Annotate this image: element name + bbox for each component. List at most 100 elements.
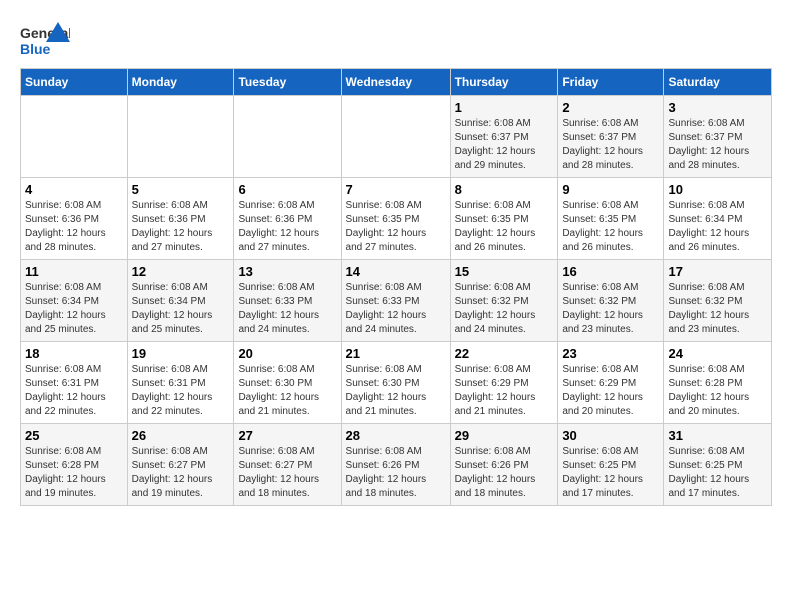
calendar-day-cell: 17 Sunrise: 6:08 AM Sunset: 6:32 PM Dayli… <box>664 260 772 342</box>
calendar-day-cell: 15 Sunrise: 6:08 AM Sunset: 6:32 PM Dayli… <box>450 260 558 342</box>
day-number: 17 <box>668 264 767 279</box>
calendar-day-cell: 2 Sunrise: 6:08 AM Sunset: 6:37 PM Daylig… <box>558 96 664 178</box>
day-number: 31 <box>668 428 767 443</box>
day-number: 8 <box>455 182 554 197</box>
calendar-table: SundayMondayTuesdayWednesdayThursdayFrid… <box>20 68 772 506</box>
day-info: Sunrise: 6:08 AM Sunset: 6:34 PM Dayligh… <box>132 281 230 337</box>
day-info: Sunrise: 6:08 AM Sunset: 6:29 PM Dayligh… <box>562 363 659 419</box>
day-info: Sunrise: 6:08 AM Sunset: 6:37 PM Dayligh… <box>455 117 554 173</box>
day-number: 12 <box>132 264 230 279</box>
calendar-day-cell: 31Sunrise: 6:08 AM Sunset: 6:25 PM Dayli… <box>664 424 772 506</box>
day-number: 14 <box>346 264 446 279</box>
calendar-week-row: 11 Sunrise: 6:08 AM Sunset: 6:34 PM Dayli… <box>21 260 772 342</box>
calendar-day-cell: 25Sunrise: 6:08 AM Sunset: 6:28 PM Dayli… <box>21 424 128 506</box>
calendar-day-cell: 12 Sunrise: 6:08 AM Sunset: 6:34 PM Dayli… <box>127 260 234 342</box>
calendar-week-row: 4 Sunrise: 6:08 AM Sunset: 6:36 PM Daylig… <box>21 178 772 260</box>
calendar-day-header: Thursday <box>450 69 558 96</box>
calendar-day-cell: 1 Sunrise: 6:08 AM Sunset: 6:37 PM Daylig… <box>450 96 558 178</box>
calendar-week-row: 1 Sunrise: 6:08 AM Sunset: 6:37 PM Daylig… <box>21 96 772 178</box>
day-info: Sunrise: 6:08 AM Sunset: 6:27 PM Dayligh… <box>132 445 230 501</box>
calendar-day-cell: 20 Sunrise: 6:08 AM Sunset: 6:30 PM Dayli… <box>234 342 341 424</box>
day-number: 5 <box>132 182 230 197</box>
calendar-day-header: Friday <box>558 69 664 96</box>
day-info: Sunrise: 6:08 AM Sunset: 6:29 PM Dayligh… <box>455 363 554 419</box>
day-info: Sunrise: 6:08 AM Sunset: 6:26 PM Dayligh… <box>455 445 554 501</box>
day-info: Sunrise: 6:08 AM Sunset: 6:35 PM Dayligh… <box>346 199 446 255</box>
day-info: Sunrise: 6:08 AM Sunset: 6:31 PM Dayligh… <box>25 363 123 419</box>
day-number: 11 <box>25 264 123 279</box>
day-number: 7 <box>346 182 446 197</box>
day-number: 10 <box>668 182 767 197</box>
day-info: Sunrise: 6:08 AM Sunset: 6:36 PM Dayligh… <box>132 199 230 255</box>
day-number: 1 <box>455 100 554 115</box>
day-info: Sunrise: 6:08 AM Sunset: 6:36 PM Dayligh… <box>25 199 123 255</box>
day-info: Sunrise: 6:08 AM Sunset: 6:32 PM Dayligh… <box>668 281 767 337</box>
calendar-day-cell <box>127 96 234 178</box>
calendar-week-row: 25Sunrise: 6:08 AM Sunset: 6:28 PM Dayli… <box>21 424 772 506</box>
calendar-day-cell: 11Sunrise: 6:08 AM Sunset: 6:34 PM Dayli… <box>21 260 128 342</box>
calendar-day-cell: 13Sunrise: 6:08 AM Sunset: 6:33 PM Dayli… <box>234 260 341 342</box>
day-info: Sunrise: 6:08 AM Sunset: 6:25 PM Dayligh… <box>562 445 659 501</box>
calendar-day-cell: 19 Sunrise: 6:08 AM Sunset: 6:31 PM Dayli… <box>127 342 234 424</box>
day-info: Sunrise: 6:08 AM Sunset: 6:28 PM Dayligh… <box>668 363 767 419</box>
day-number: 23 <box>562 346 659 361</box>
calendar-day-cell: 5 Sunrise: 6:08 AM Sunset: 6:36 PM Daylig… <box>127 178 234 260</box>
logo: General Blue <box>20 20 70 58</box>
day-number: 9 <box>562 182 659 197</box>
day-info: Sunrise: 6:08 AM Sunset: 6:34 PM Dayligh… <box>668 199 767 255</box>
calendar-day-header: Sunday <box>21 69 128 96</box>
calendar-day-cell: 29 Sunrise: 6:08 AM Sunset: 6:26 PM Dayli… <box>450 424 558 506</box>
day-number: 20 <box>238 346 336 361</box>
day-info: Sunrise: 6:08 AM Sunset: 6:33 PM Dayligh… <box>346 281 446 337</box>
day-number: 18 <box>25 346 123 361</box>
day-info: Sunrise: 6:08 AM Sunset: 6:26 PM Dayligh… <box>346 445 446 501</box>
calendar-day-cell: 28 Sunrise: 6:08 AM Sunset: 6:26 PM Dayli… <box>341 424 450 506</box>
day-number: 2 <box>562 100 659 115</box>
day-number: 27 <box>238 428 336 443</box>
calendar-day-cell: 10 Sunrise: 6:08 AM Sunset: 6:34 PM Dayli… <box>664 178 772 260</box>
calendar-day-cell: 6 Sunrise: 6:08 AM Sunset: 6:36 PM Daylig… <box>234 178 341 260</box>
day-info: Sunrise: 6:08 AM Sunset: 6:35 PM Dayligh… <box>562 199 659 255</box>
calendar-day-header: Monday <box>127 69 234 96</box>
calendar-day-cell: 30Sunrise: 6:08 AM Sunset: 6:25 PM Dayli… <box>558 424 664 506</box>
day-info: Sunrise: 6:08 AM Sunset: 6:30 PM Dayligh… <box>346 363 446 419</box>
calendar-day-cell: 22Sunrise: 6:08 AM Sunset: 6:29 PM Dayli… <box>450 342 558 424</box>
day-info: Sunrise: 6:08 AM Sunset: 6:36 PM Dayligh… <box>238 199 336 255</box>
day-number: 19 <box>132 346 230 361</box>
day-info: Sunrise: 6:08 AM Sunset: 6:32 PM Dayligh… <box>455 281 554 337</box>
calendar-header-row: SundayMondayTuesdayWednesdayThursdayFrid… <box>21 69 772 96</box>
calendar-day-cell <box>341 96 450 178</box>
calendar-day-cell: 18 Sunrise: 6:08 AM Sunset: 6:31 PM Dayli… <box>21 342 128 424</box>
day-info: Sunrise: 6:08 AM Sunset: 6:37 PM Dayligh… <box>562 117 659 173</box>
calendar-day-header: Saturday <box>664 69 772 96</box>
day-info: Sunrise: 6:08 AM Sunset: 6:37 PM Dayligh… <box>668 117 767 173</box>
svg-text:Blue: Blue <box>20 41 51 57</box>
calendar-day-cell <box>21 96 128 178</box>
day-number: 28 <box>346 428 446 443</box>
calendar-day-cell <box>234 96 341 178</box>
day-info: Sunrise: 6:08 AM Sunset: 6:27 PM Dayligh… <box>238 445 336 501</box>
calendar-day-cell: 24Sunrise: 6:08 AM Sunset: 6:28 PM Dayli… <box>664 342 772 424</box>
calendar-day-cell: 3 Sunrise: 6:08 AM Sunset: 6:37 PM Daylig… <box>664 96 772 178</box>
calendar-day-cell: 16Sunrise: 6:08 AM Sunset: 6:32 PM Dayli… <box>558 260 664 342</box>
calendar-day-cell: 27 Sunrise: 6:08 AM Sunset: 6:27 PM Dayli… <box>234 424 341 506</box>
calendar-day-header: Wednesday <box>341 69 450 96</box>
day-number: 29 <box>455 428 554 443</box>
calendar-body: 1 Sunrise: 6:08 AM Sunset: 6:37 PM Daylig… <box>21 96 772 506</box>
day-info: Sunrise: 6:08 AM Sunset: 6:31 PM Dayligh… <box>132 363 230 419</box>
calendar-day-cell: 23 Sunrise: 6:08 AM Sunset: 6:29 PM Dayli… <box>558 342 664 424</box>
day-info: Sunrise: 6:08 AM Sunset: 6:33 PM Dayligh… <box>238 281 336 337</box>
calendar-day-header: Tuesday <box>234 69 341 96</box>
day-number: 6 <box>238 182 336 197</box>
calendar-day-cell: 7 Sunrise: 6:08 AM Sunset: 6:35 PM Daylig… <box>341 178 450 260</box>
calendar-day-cell: 26 Sunrise: 6:08 AM Sunset: 6:27 PM Dayli… <box>127 424 234 506</box>
day-number: 3 <box>668 100 767 115</box>
day-number: 4 <box>25 182 123 197</box>
day-number: 15 <box>455 264 554 279</box>
day-number: 26 <box>132 428 230 443</box>
calendar-day-cell: 4 Sunrise: 6:08 AM Sunset: 6:36 PM Daylig… <box>21 178 128 260</box>
day-info: Sunrise: 6:08 AM Sunset: 6:30 PM Dayligh… <box>238 363 336 419</box>
calendar-day-cell: 14 Sunrise: 6:08 AM Sunset: 6:33 PM Dayli… <box>341 260 450 342</box>
page-header: General Blue <box>20 20 772 58</box>
day-info: Sunrise: 6:08 AM Sunset: 6:32 PM Dayligh… <box>562 281 659 337</box>
